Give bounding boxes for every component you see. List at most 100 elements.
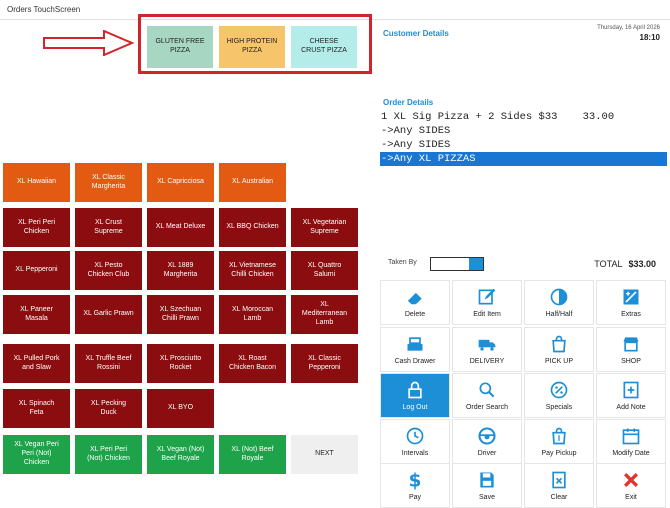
specials-button[interactable]: Specials xyxy=(524,373,594,418)
pay-pickup-button[interactable]: Pay Pickup xyxy=(524,419,594,464)
taken-by-field[interactable] xyxy=(430,257,484,271)
menu-item-button[interactable]: XL Classic Pepperoni xyxy=(290,343,359,384)
menu-item-button[interactable]: XL Peri Peri Chicken xyxy=(2,207,71,248)
menu-item-button[interactable]: XL Vegan Peri Peri (Not) Chicken xyxy=(2,434,71,475)
datetime: Thursday, 16 April 2026 18:10 xyxy=(597,25,660,42)
pickup-bag-icon xyxy=(549,334,569,354)
taken-by-label: Taken By xyxy=(388,259,417,266)
order-line[interactable]: ->Any SIDES xyxy=(380,138,667,152)
calendar-icon xyxy=(621,426,641,446)
log-out-button[interactable]: Log Out xyxy=(380,373,450,418)
steering-wheel-icon xyxy=(477,426,497,446)
exit-icon xyxy=(621,470,641,490)
menu-item-button[interactable]: XL Roast Chicken Bacon xyxy=(218,343,287,384)
menu-item-button[interactable]: XL Pesto Chicken Club xyxy=(74,250,143,291)
action-label: Specials xyxy=(545,404,573,411)
shop-button[interactable]: SHOP xyxy=(596,327,666,372)
next-page-button[interactable]: NEXT xyxy=(290,434,359,475)
taken-by-dropdown-button[interactable] xyxy=(469,258,483,270)
menu-item-button[interactable]: XL Capricciosa xyxy=(146,162,215,203)
action-label: Half/Half xyxy=(545,311,573,318)
menu-item-button[interactable]: XL Spinach Feta xyxy=(2,388,71,429)
menu-item-button[interactable]: XL (Not) Beef Royale xyxy=(218,434,287,475)
menu-item-button[interactable]: XL Pulled Pork and Slaw xyxy=(2,343,71,384)
menu-item-button[interactable]: XL Vegetarian Supreme xyxy=(290,207,359,248)
menu-item-button[interactable]: XL Vietnamese Chilli Chicken xyxy=(218,250,287,291)
category-button[interactable]: HIGH PROTEIN PIZZA xyxy=(219,26,285,68)
menu-item-button[interactable]: XL Quattro Salumi xyxy=(290,250,359,291)
pay-pickup-icon xyxy=(549,426,569,446)
svg-text:$: $ xyxy=(409,471,422,490)
current-date: Thursday, 16 April 2026 xyxy=(597,25,660,31)
action-label: Pay xyxy=(408,494,422,501)
delivery-truck-icon xyxy=(477,334,497,354)
menu-item-button[interactable]: XL Pecking Duck xyxy=(74,388,143,429)
action-label: Save xyxy=(479,494,495,501)
clear-button[interactable]: Clear xyxy=(524,463,594,508)
cash-drawer-button[interactable]: Cash Drawer xyxy=(380,327,450,372)
eraser-icon xyxy=(405,287,425,307)
total-value: $33.00 xyxy=(628,259,656,269)
action-label: Driver xyxy=(477,450,497,457)
menu-item-button[interactable]: XL Garlic Prawn xyxy=(74,294,143,335)
extras-button[interactable]: Extras xyxy=(596,280,666,325)
menu-item-button[interactable]: XL BBQ Chicken xyxy=(218,207,287,248)
cash-register-icon xyxy=(405,334,425,354)
driver-button[interactable]: Driver xyxy=(452,419,522,464)
exit-button[interactable]: Exit xyxy=(596,463,666,508)
action-label: Pay Pickup xyxy=(541,450,577,457)
save-icon xyxy=(477,470,497,490)
menu-item-button[interactable]: XL Vegan (Not) Beef Royale xyxy=(146,434,215,475)
delete-button[interactable]: Delete xyxy=(380,280,450,325)
menu-item-button[interactable]: XL Prosciutto Rocket xyxy=(146,343,215,384)
menu-item-button[interactable]: XL Moroccan Lamb xyxy=(218,294,287,335)
dollar-icon: $ xyxy=(405,470,425,492)
search-icon xyxy=(477,380,497,400)
pick-up-button[interactable]: PICK UP xyxy=(524,327,594,372)
order-line[interactable]: 1 XL Sig Pizza + 2 Sides $33 33.00 xyxy=(380,110,667,124)
extras-icon xyxy=(621,287,641,307)
pay-button[interactable]: $ Pay xyxy=(380,463,450,508)
action-label: DELIVERY xyxy=(469,358,505,365)
order-line[interactable]: ->Any XL PIZZAS xyxy=(380,152,667,166)
menu-item-button[interactable]: XL Pepperoni xyxy=(2,250,71,291)
menu-item-button[interactable]: XL Szechuan Chilli Prawn xyxy=(146,294,215,335)
action-label: Modify Date xyxy=(612,450,650,457)
add-note-button[interactable]: Add Note xyxy=(596,373,666,418)
menu-item-button[interactable]: XL BYO xyxy=(146,388,215,429)
shop-icon xyxy=(621,334,641,354)
half-half-button[interactable]: Half/Half xyxy=(524,280,594,325)
save-button[interactable]: Save xyxy=(452,463,522,508)
modify-date-button[interactable]: Modify Date xyxy=(596,419,666,464)
clock-icon xyxy=(405,426,425,446)
menu-item-button[interactable]: XL Crust Supreme xyxy=(74,207,143,248)
intervals-button[interactable]: Intervals xyxy=(380,419,450,464)
total-label: TOTAL xyxy=(594,259,623,269)
order-lines-list: 1 XL Sig Pizza + 2 Sides $33 33.00 ->Any … xyxy=(380,110,667,166)
edit-item-button[interactable]: Edit Item xyxy=(452,280,522,325)
menu-item-button[interactable]: XL Truffle Beef Rossini xyxy=(74,343,143,384)
order-details-label: Order Details xyxy=(383,98,434,107)
menu-item-button[interactable]: XL Peri Peri (Not) Chicken xyxy=(74,434,143,475)
menu-item-button[interactable]: XL Mediterranean Lamb xyxy=(290,294,359,335)
current-time: 18:10 xyxy=(639,33,660,42)
clear-icon xyxy=(549,470,569,490)
menu-item-button[interactable]: XL Hawaiian xyxy=(2,162,71,203)
menu-item-button[interactable]: XL Classic Margherita xyxy=(74,162,143,203)
order-total: TOTAL $33.00 xyxy=(594,259,656,269)
window-title: Orders TouchScreen xyxy=(7,5,81,14)
action-label: SHOP xyxy=(621,358,641,365)
menu-item-button[interactable]: XL Paneer Masala xyxy=(2,294,71,335)
order-line[interactable]: ->Any SIDES xyxy=(380,124,667,138)
arrow-right-icon xyxy=(43,30,134,56)
menu-item-button[interactable]: XL Meat Deluxe xyxy=(146,207,215,248)
category-button[interactable]: GLUTEN FREE PIZZA xyxy=(147,26,213,68)
order-search-button[interactable]: Order Search xyxy=(452,373,522,418)
menu-item-button[interactable]: XL Australian xyxy=(218,162,287,203)
specials-icon xyxy=(549,380,569,400)
menu-item-button[interactable]: XL 1889 Margherita xyxy=(146,250,215,291)
category-button[interactable]: CHEESE CRUST PIZZA xyxy=(291,26,357,68)
delivery-button[interactable]: DELIVERY xyxy=(452,327,522,372)
lock-icon xyxy=(405,380,425,400)
customer-details-label: Customer Details xyxy=(383,29,449,38)
